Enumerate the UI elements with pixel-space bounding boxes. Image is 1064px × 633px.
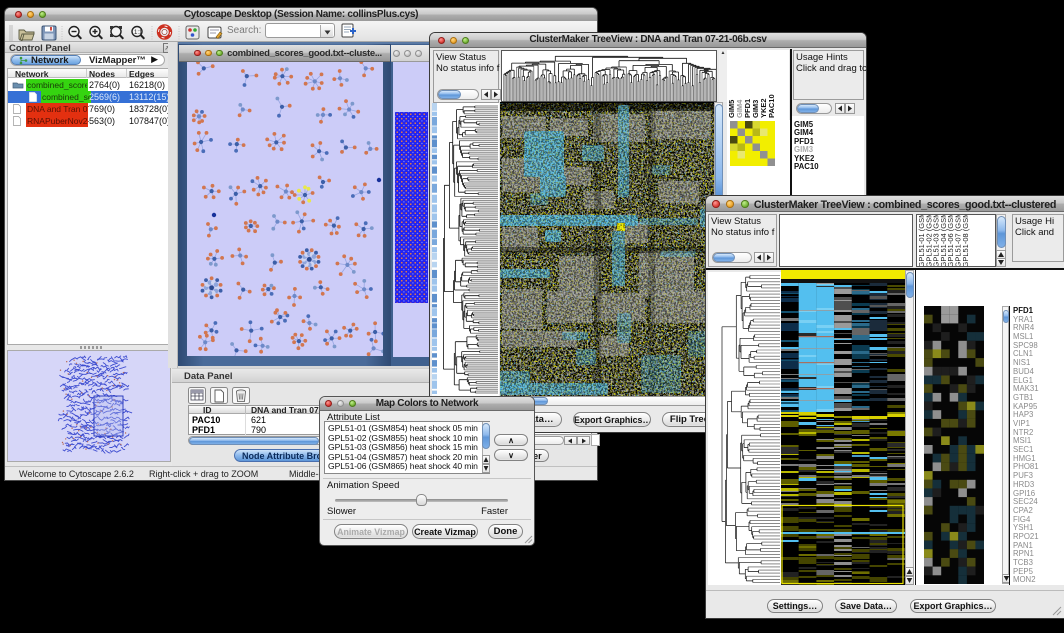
svg-text:GPL51-08 (GSM872): GPL51-08 (GSM872) — [961, 215, 970, 267]
svg-text:1:1: 1:1 — [134, 30, 143, 36]
svg-text:PAC10: PAC10 — [767, 94, 776, 118]
